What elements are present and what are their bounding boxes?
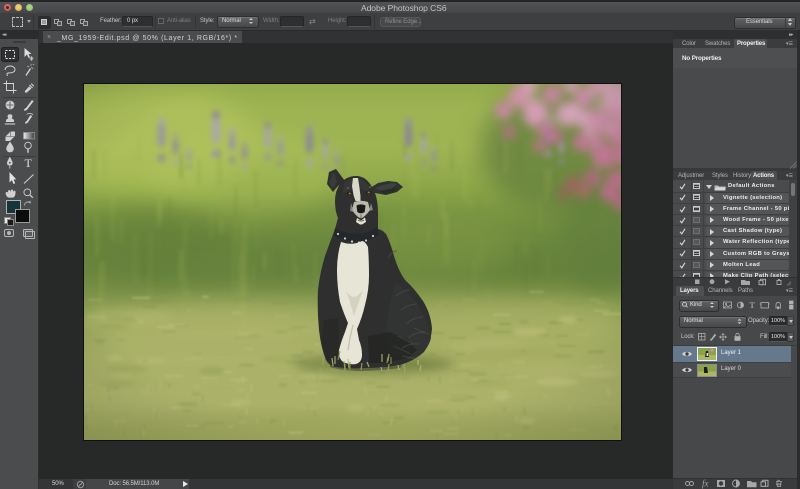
svg-text:T: T [750, 300, 756, 310]
svg-text:fx: fx [702, 479, 709, 489]
svg-text:T: T [25, 156, 33, 170]
